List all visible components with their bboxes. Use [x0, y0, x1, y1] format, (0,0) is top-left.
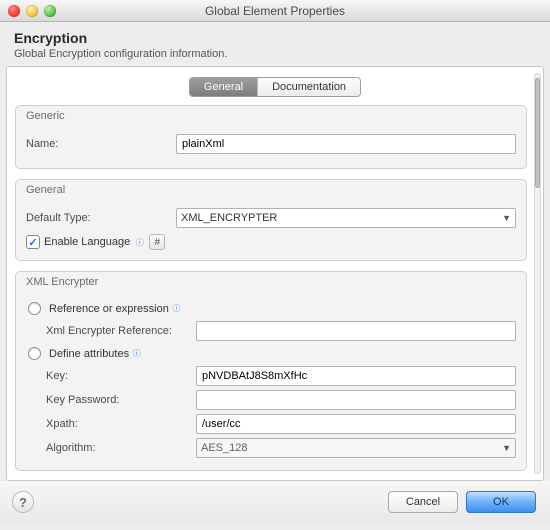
enable-language-checkbox[interactable]: ✓ — [26, 235, 40, 249]
content-panel: General Documentation Generic Name: Gene… — [6, 66, 544, 481]
chevron-down-icon: ▼ — [498, 443, 511, 453]
define-attr-radio-label: Define attributes — [49, 348, 129, 360]
page-title: Encryption — [14, 30, 536, 46]
window-title: Global Element Properties — [0, 4, 550, 18]
footer: ? Cancel OK — [0, 481, 550, 523]
name-input[interactable] — [176, 134, 516, 154]
reference-input[interactable] — [196, 321, 516, 341]
group-xml-encrypter: XML Encrypter Reference or expression ⓘ … — [15, 271, 527, 471]
key-password-label: Key Password: — [46, 394, 196, 406]
reference-radio-label: Reference or expression — [49, 303, 169, 315]
group-general-legend: General — [26, 184, 65, 196]
enable-language-label: Enable Language — [44, 236, 130, 248]
key-label: Key: — [46, 370, 196, 382]
help-button[interactable]: ? — [12, 491, 34, 513]
group-xml-encrypter-legend: XML Encrypter — [26, 276, 98, 288]
key-input[interactable] — [196, 366, 516, 386]
key-password-input[interactable] — [196, 390, 516, 410]
info-icon[interactable]: ⓘ — [134, 237, 145, 248]
titlebar: Global Element Properties — [0, 0, 550, 22]
expression-button[interactable]: # — [149, 234, 165, 250]
info-icon[interactable]: ⓘ — [131, 348, 142, 359]
xpath-label: Xpath: — [46, 418, 196, 430]
group-general: General Default Type: XML_ENCRYPTER ▼ ✓ … — [15, 179, 527, 261]
question-icon: ? — [19, 495, 27, 510]
default-type-select[interactable]: XML_ENCRYPTER ▼ — [176, 208, 516, 228]
algorithm-value: AES_128 — [201, 442, 498, 454]
algorithm-select[interactable]: AES_128 ▼ — [196, 438, 516, 458]
tab-general[interactable]: General — [190, 78, 258, 96]
reference-field-label: Xml Encrypter Reference: — [46, 325, 196, 337]
chevron-down-icon: ▼ — [498, 213, 511, 223]
tabs-row: General Documentation — [15, 73, 535, 105]
reference-radio-row: Reference or expression ⓘ — [28, 302, 516, 315]
info-icon[interactable]: ⓘ — [171, 303, 182, 314]
xpath-input[interactable] — [196, 414, 516, 434]
ok-button[interactable]: OK — [466, 491, 536, 513]
enable-language-row: ✓ Enable Language ⓘ # — [26, 234, 516, 250]
group-generic: Generic Name: — [15, 105, 527, 169]
group-generic-legend: Generic — [26, 110, 65, 122]
default-type-value: XML_ENCRYPTER — [181, 212, 498, 224]
cancel-button[interactable]: Cancel — [388, 491, 458, 513]
hash-icon: # — [154, 237, 160, 248]
scrollbar[interactable] — [534, 73, 541, 474]
tab-documentation[interactable]: Documentation — [258, 78, 360, 96]
tab-group: General Documentation — [189, 77, 361, 97]
check-icon: ✓ — [28, 236, 37, 249]
define-attr-radio-row: Define attributes ⓘ — [28, 347, 516, 360]
page-header: Encryption Global Encryption configurati… — [0, 22, 550, 66]
scroll-thumb[interactable] — [535, 78, 540, 188]
reference-radio[interactable] — [28, 302, 41, 315]
name-label: Name: — [26, 138, 176, 150]
define-attr-radio[interactable] — [28, 347, 41, 360]
algorithm-label: Algorithm: — [46, 442, 196, 454]
page-subtitle: Global Encryption configuration informat… — [14, 48, 536, 60]
default-type-label: Default Type: — [26, 212, 176, 224]
